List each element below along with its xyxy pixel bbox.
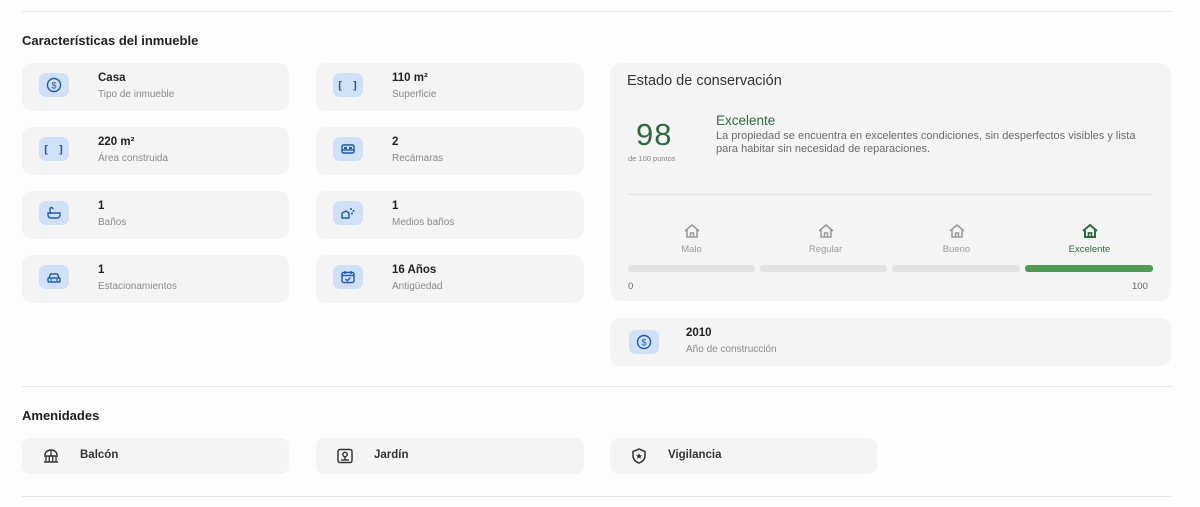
characteristic-label: Medios baños bbox=[392, 217, 455, 228]
section-divider bbox=[22, 386, 1172, 387]
characteristic-value: 1 bbox=[98, 264, 105, 276]
bottom-divider bbox=[22, 496, 1172, 497]
characteristic-label: Área construida bbox=[98, 153, 169, 164]
amenities-title: Amenidades bbox=[22, 408, 100, 423]
characteristic-label: Tipo de inmueble bbox=[98, 89, 175, 100]
level-bueno: Bueno bbox=[891, 222, 1022, 255]
house-icon bbox=[948, 224, 965, 238]
conservation-score-caption: de 100 puntos bbox=[628, 154, 676, 163]
year-built-label: Año de construcción bbox=[686, 344, 777, 355]
scale-segment-regular bbox=[760, 265, 887, 272]
conservation-divider bbox=[628, 194, 1153, 195]
level-label: Regular bbox=[808, 244, 843, 255]
characteristics-title: Características del inmueble bbox=[22, 33, 199, 48]
dollar-coin-icon: $ bbox=[629, 330, 659, 354]
garden-icon bbox=[336, 448, 354, 464]
scale-min: 0 bbox=[628, 281, 634, 292]
characteristic-value: 2 bbox=[392, 136, 399, 148]
characteristic-value: 110 m² bbox=[392, 72, 428, 84]
characteristic-value: Casa bbox=[98, 72, 126, 84]
level-malo: Malo bbox=[626, 222, 757, 255]
year-built-card: $ 2010 Año de construcción bbox=[610, 318, 1171, 366]
characteristic-label: Estacionamientos bbox=[98, 281, 177, 292]
characteristic-card-property-type: $ Casa Tipo de inmueble bbox=[22, 63, 289, 111]
scale-segment-malo bbox=[628, 265, 755, 272]
characteristic-card-half-baths: 1 Medios baños bbox=[316, 191, 584, 239]
car-icon bbox=[39, 265, 69, 289]
calendar-icon bbox=[333, 265, 363, 289]
characteristic-card-built-area: [ ] 220 m² Área construida bbox=[22, 127, 289, 175]
brackets-icon: [ ] bbox=[39, 137, 69, 161]
conservation-score: 98 bbox=[636, 117, 673, 152]
scale-segment-bueno bbox=[892, 265, 1020, 272]
characteristic-value: 220 m² bbox=[98, 136, 135, 148]
house-icon bbox=[817, 224, 834, 238]
amenity-label: Vigilancia bbox=[668, 449, 722, 461]
amenity-vigilancia: Vigilancia bbox=[610, 438, 877, 474]
scale-segment-excelente bbox=[1025, 265, 1153, 272]
house-icon bbox=[683, 224, 700, 238]
characteristic-card-bedrooms: 2 Recámaras bbox=[316, 127, 584, 175]
characteristic-label: Antigüedad bbox=[392, 281, 443, 292]
svg-text:$: $ bbox=[641, 337, 646, 347]
hand-washing-icon bbox=[333, 201, 363, 225]
characteristic-card-parking: 1 Estacionamientos bbox=[22, 255, 289, 303]
amenity-balcon: Balcón bbox=[22, 438, 289, 474]
shield-star-icon bbox=[630, 448, 648, 464]
characteristic-label: Baños bbox=[98, 217, 127, 228]
year-built-value: 2010 bbox=[686, 327, 712, 339]
characteristic-card-age: 16 Años Antigüedad bbox=[316, 255, 584, 303]
conservation-title: Estado de conservación bbox=[627, 73, 782, 89]
characteristic-value: 1 bbox=[98, 200, 105, 212]
level-label: Bueno bbox=[942, 244, 971, 255]
level-excelente: Excelente bbox=[1024, 222, 1155, 255]
conservation-description: La propiedad se encuentra en excelentes … bbox=[716, 130, 1136, 155]
level-regular: Regular bbox=[760, 222, 891, 255]
amenity-label: Balcón bbox=[80, 449, 119, 461]
characteristic-value: 16 Años bbox=[392, 264, 437, 276]
characteristic-value: 1 bbox=[392, 200, 399, 212]
conservation-panel: Estado de conservación 98 de 100 puntos … bbox=[610, 63, 1171, 301]
dollar-coin-icon: $ bbox=[39, 73, 69, 97]
amenity-jardin: Jardín bbox=[316, 438, 584, 474]
level-label: Excelente bbox=[1068, 244, 1111, 255]
top-divider bbox=[22, 11, 1172, 12]
characteristic-label: Superficie bbox=[392, 89, 437, 100]
balcony-icon bbox=[42, 448, 60, 464]
characteristic-card-bathrooms: 1 Baños bbox=[22, 191, 289, 239]
bathtub-icon bbox=[39, 201, 69, 225]
house-icon bbox=[1081, 224, 1098, 238]
characteristic-card-surface: [ ] 110 m² Superficie bbox=[316, 63, 584, 111]
characteristic-label: Recámaras bbox=[392, 153, 444, 164]
level-label: Malo bbox=[681, 244, 702, 255]
svg-text:$: $ bbox=[51, 80, 56, 90]
conservation-rating: Excelente bbox=[716, 113, 776, 128]
bed-icon bbox=[333, 137, 363, 161]
brackets-icon: [ ] bbox=[333, 73, 363, 97]
amenity-label: Jardín bbox=[374, 449, 409, 461]
scale-max: 100 bbox=[1132, 281, 1148, 292]
